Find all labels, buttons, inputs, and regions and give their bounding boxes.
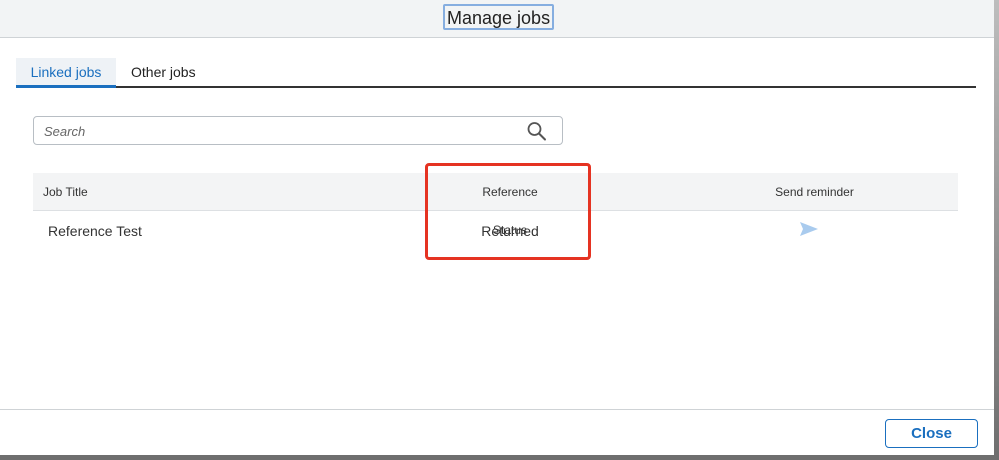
- window-edge-right: [994, 0, 999, 460]
- search-icon[interactable]: [526, 121, 548, 141]
- search-box: [33, 116, 563, 145]
- column-header-send-reminder: Send reminder: [775, 185, 854, 199]
- dialog-header: Manage jobs: [0, 0, 994, 38]
- dialog-footer: Close: [0, 409, 994, 455]
- window-edge-bottom: [0, 455, 999, 460]
- search-input[interactable]: [42, 120, 516, 143]
- highlight-box: [425, 163, 591, 260]
- tab-linked-jobs[interactable]: Linked jobs: [16, 58, 116, 88]
- job-title-cell: Reference Test: [48, 223, 142, 239]
- send-icon[interactable]: [799, 221, 819, 237]
- close-button[interactable]: Close: [885, 419, 978, 448]
- tab-bar: Linked jobs Other jobs: [16, 58, 976, 88]
- manage-jobs-dialog: Manage jobs Linked jobs Other jobs Job T…: [0, 0, 994, 455]
- column-header-job-title: Job Title: [43, 185, 88, 199]
- tab-other-jobs[interactable]: Other jobs: [131, 58, 201, 86]
- dialog-title: Manage jobs: [443, 4, 555, 30]
